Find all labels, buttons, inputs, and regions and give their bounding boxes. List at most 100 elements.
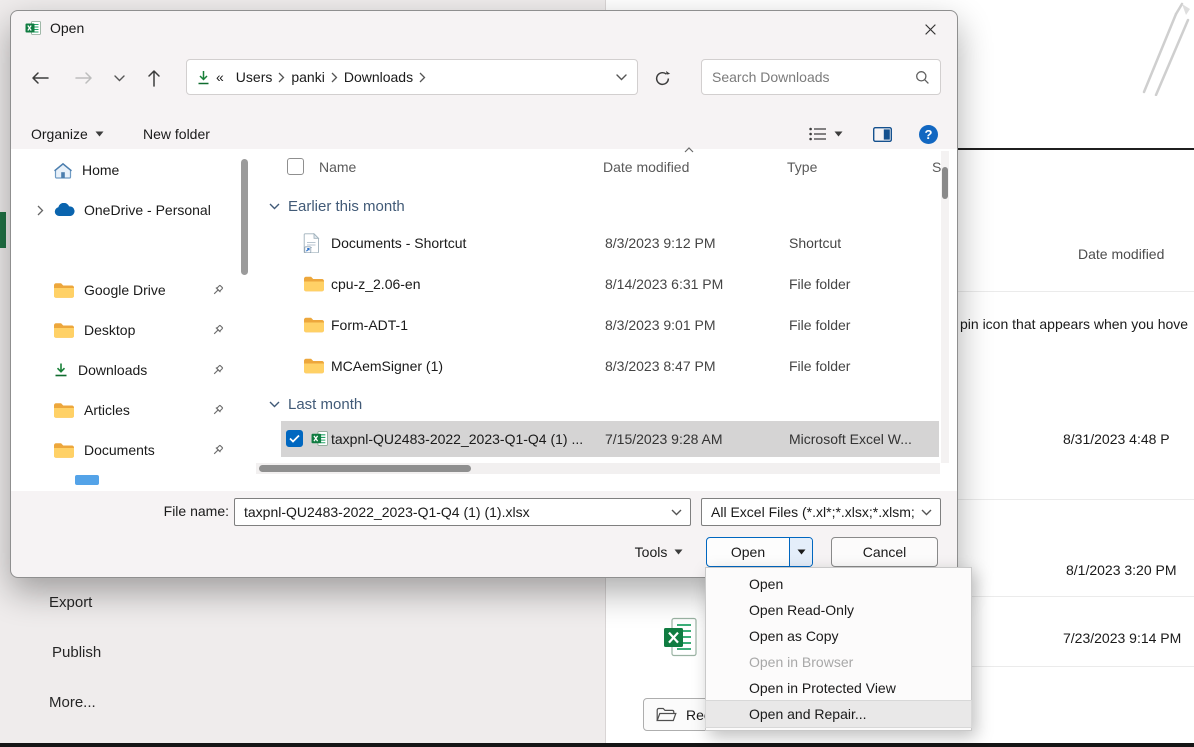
preview-pane-icon	[873, 127, 892, 142]
home-icon	[53, 162, 73, 179]
back-button[interactable]	[27, 65, 53, 91]
vertical-scrollbar[interactable]	[941, 151, 949, 463]
sort-ascending-icon	[684, 147, 694, 153]
breadcrumb-item-panki[interactable]: panki	[285, 69, 330, 85]
dialog-title: Open	[50, 20, 84, 36]
row-checkbox-checked[interactable]	[286, 430, 303, 447]
horizontal-scrollbar-thumb[interactable]	[259, 465, 471, 472]
file-date: 8/3/2023 9:12 PM	[605, 235, 716, 251]
menu-item-open[interactable]: Open	[706, 571, 971, 597]
breadcrumb-collapse[interactable]: «	[210, 69, 230, 85]
sidebar-scrollbar[interactable]	[241, 159, 248, 275]
file-row[interactable]: MCAemSigner (1) 8/3/2023 8:47 PM File fo…	[256, 347, 940, 385]
folder-icon	[303, 317, 325, 334]
sidebar-item-downloads[interactable]: Downloads	[19, 353, 247, 387]
file-type: Microsoft Excel W...	[789, 431, 912, 447]
vertical-scrollbar-thumb[interactable]	[942, 167, 948, 199]
cancel-button[interactable]: Cancel	[831, 537, 938, 567]
backstage-date-modified-header: Date modified	[1078, 246, 1164, 262]
select-all-checkbox[interactable]	[287, 158, 304, 175]
triangle-down-icon	[95, 131, 104, 137]
file-type: File folder	[789, 358, 850, 374]
folder-open-icon	[656, 707, 677, 723]
backstage-row-divider	[958, 666, 1194, 667]
sidebar-item-label: Google Drive	[84, 282, 166, 298]
view-options-button[interactable]	[809, 121, 843, 147]
help-button[interactable]: ?	[919, 121, 938, 147]
file-row-selected[interactable]: taxpnl-QU2483-2022_2023-Q1-Q4 (1) ... 7/…	[281, 421, 939, 457]
column-header-date-modified[interactable]: Date modified	[603, 159, 689, 175]
sidebar-item-desktop[interactable]: Desktop	[19, 313, 247, 347]
sidebar-item-articles[interactable]: Articles	[19, 393, 247, 427]
search-input[interactable]	[702, 69, 915, 85]
excel-file-icon	[663, 617, 697, 657]
file-type: Shortcut	[789, 235, 841, 251]
search-icon[interactable]	[915, 70, 930, 85]
up-button[interactable]	[141, 65, 167, 91]
refresh-button[interactable]	[649, 65, 675, 91]
file-name-combobox[interactable]	[234, 498, 691, 526]
organize-button[interactable]: Organize	[31, 121, 104, 147]
sidebar-item-label: Articles	[84, 402, 130, 418]
file-row[interactable]: Documents - Shortcut 8/3/2023 9:12 PM Sh…	[256, 224, 940, 262]
group-label: Last month	[288, 396, 362, 413]
dialog-titlebar: Open	[11, 11, 957, 45]
open-button[interactable]: Open	[707, 538, 789, 566]
folder-icon	[53, 402, 75, 419]
group-header-last-month[interactable]: Last month	[256, 392, 362, 416]
sidebar-item-home[interactable]: Home	[19, 153, 247, 187]
expand-chevron-icon[interactable]	[27, 205, 53, 216]
refresh-icon	[654, 70, 671, 87]
backstage-item-export[interactable]: Export	[49, 594, 92, 611]
tools-button[interactable]: Tools	[621, 539, 697, 565]
pin-icon	[210, 283, 225, 298]
column-header-name[interactable]: Name	[319, 159, 356, 175]
status-bar-edge	[0, 743, 1194, 747]
triangle-down-icon	[674, 549, 683, 555]
chevron-down-icon	[616, 74, 627, 81]
sidebar-item-onedrive[interactable]: OneDrive - Personal	[19, 193, 247, 227]
tools-label: Tools	[635, 544, 668, 560]
horizontal-scrollbar[interactable]	[256, 463, 940, 474]
recent-locations-button[interactable]	[109, 65, 129, 91]
group-header-earlier-this-month[interactable]: Earlier this month	[256, 194, 405, 218]
column-header-size[interactable]: Size	[932, 159, 941, 175]
file-type-dropdown[interactable]: All Excel Files (*.xl*;*.xlsx;*.xlsm;	[701, 498, 941, 526]
menu-item-open-read-only[interactable]: Open Read-Only	[706, 597, 971, 623]
address-dropdown-button[interactable]	[616, 74, 627, 81]
details-view-icon	[809, 127, 827, 141]
file-row[interactable]: cpu-z_2.06-en 8/14/2023 6:31 PM File fol…	[256, 265, 940, 303]
forward-button[interactable]	[71, 65, 97, 91]
menu-item-open-and-repair[interactable]: Open and Repair...	[706, 701, 971, 727]
open-dropdown-menu: Open Open Read-Only Open as Copy Open in…	[705, 567, 972, 731]
backstage-item-publish[interactable]: Publish	[52, 644, 101, 661]
breadcrumb-item-downloads[interactable]: Downloads	[338, 69, 419, 85]
sidebar-item-partial-icon	[75, 475, 99, 485]
file-name-label: File name:	[111, 503, 229, 519]
file-type: File folder	[789, 276, 850, 292]
menu-item-open-in-protected-view[interactable]: Open in Protected View	[706, 675, 971, 701]
chevron-right-icon	[419, 72, 426, 83]
open-dropdown-button[interactable]	[789, 538, 812, 566]
file-row[interactable]: Form-ADT-1 8/3/2023 9:01 PM File folder	[256, 306, 940, 344]
arrow-up-icon	[147, 69, 161, 87]
chevron-down-icon	[921, 509, 932, 516]
menu-item-open-as-copy[interactable]: Open as Copy	[706, 623, 971, 649]
preview-pane-button[interactable]	[873, 121, 892, 147]
sidebar-item-google-drive[interactable]: Google Drive	[19, 273, 247, 307]
chevron-down-icon	[269, 203, 280, 210]
address-bar[interactable]: « Users panki Downloads	[186, 59, 638, 95]
sidebar-item-documents[interactable]: Documents	[19, 433, 247, 467]
group-label: Earlier this month	[288, 198, 405, 215]
check-icon	[289, 434, 300, 443]
backstage-item-more[interactable]: More...	[49, 694, 96, 711]
file-name: Form-ADT-1	[331, 317, 408, 333]
chevron-down-icon[interactable]	[671, 509, 682, 516]
sidebar-item-label: OneDrive - Personal	[84, 202, 211, 218]
close-button[interactable]	[915, 16, 945, 42]
downloads-icon	[53, 362, 69, 378]
new-folder-button[interactable]: New folder	[143, 121, 210, 147]
breadcrumb-item-users[interactable]: Users	[230, 69, 279, 85]
column-header-type[interactable]: Type	[787, 159, 817, 175]
file-name-input[interactable]	[235, 504, 671, 520]
